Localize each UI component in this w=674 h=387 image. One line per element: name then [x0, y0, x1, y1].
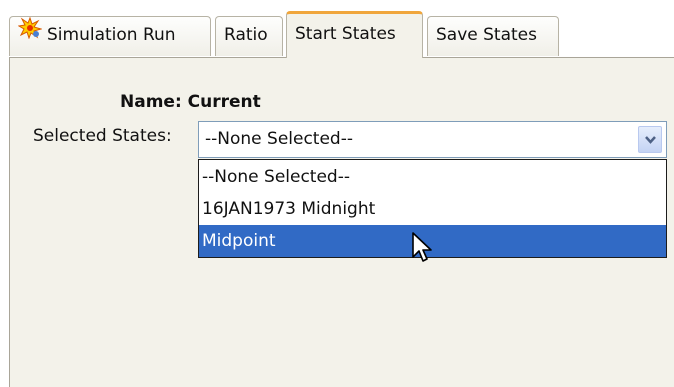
name-label: Name: — [120, 92, 182, 112]
simulation-run-icon — [17, 16, 43, 52]
tab-simulation-run[interactable]: Simulation Run — [9, 16, 211, 56]
dropdown-option[interactable]: 16JAN1973 Midnight — [199, 193, 666, 225]
tab-label: Simulation Run — [47, 25, 176, 45]
tab-label: Start States — [295, 24, 396, 44]
name-value: Current — [187, 92, 261, 112]
name-row: Name: Current — [120, 92, 261, 112]
selected-states-combo[interactable]: --None Selected-- — [198, 121, 667, 158]
selected-states-label: Selected States: — [33, 126, 172, 146]
tab-strip: Simulation Run Ratio Start States Save S… — [0, 0, 674, 58]
tab-label: Save States — [436, 25, 537, 45]
dropdown-option[interactable]: --None Selected-- — [199, 161, 666, 193]
tab-start-states[interactable]: Start States — [286, 11, 423, 58]
tab-label: Ratio — [224, 25, 268, 45]
window: Simulation Run Ratio Start States Save S… — [0, 0, 674, 387]
chevron-down-icon — [645, 136, 656, 144]
tab-ratio[interactable]: Ratio — [215, 16, 283, 56]
combo-value: --None Selected-- — [205, 129, 353, 149]
combo-dropdown-button[interactable] — [638, 126, 662, 153]
mouse-pointer-icon — [412, 232, 434, 270]
tab-save-states[interactable]: Save States — [427, 16, 559, 56]
